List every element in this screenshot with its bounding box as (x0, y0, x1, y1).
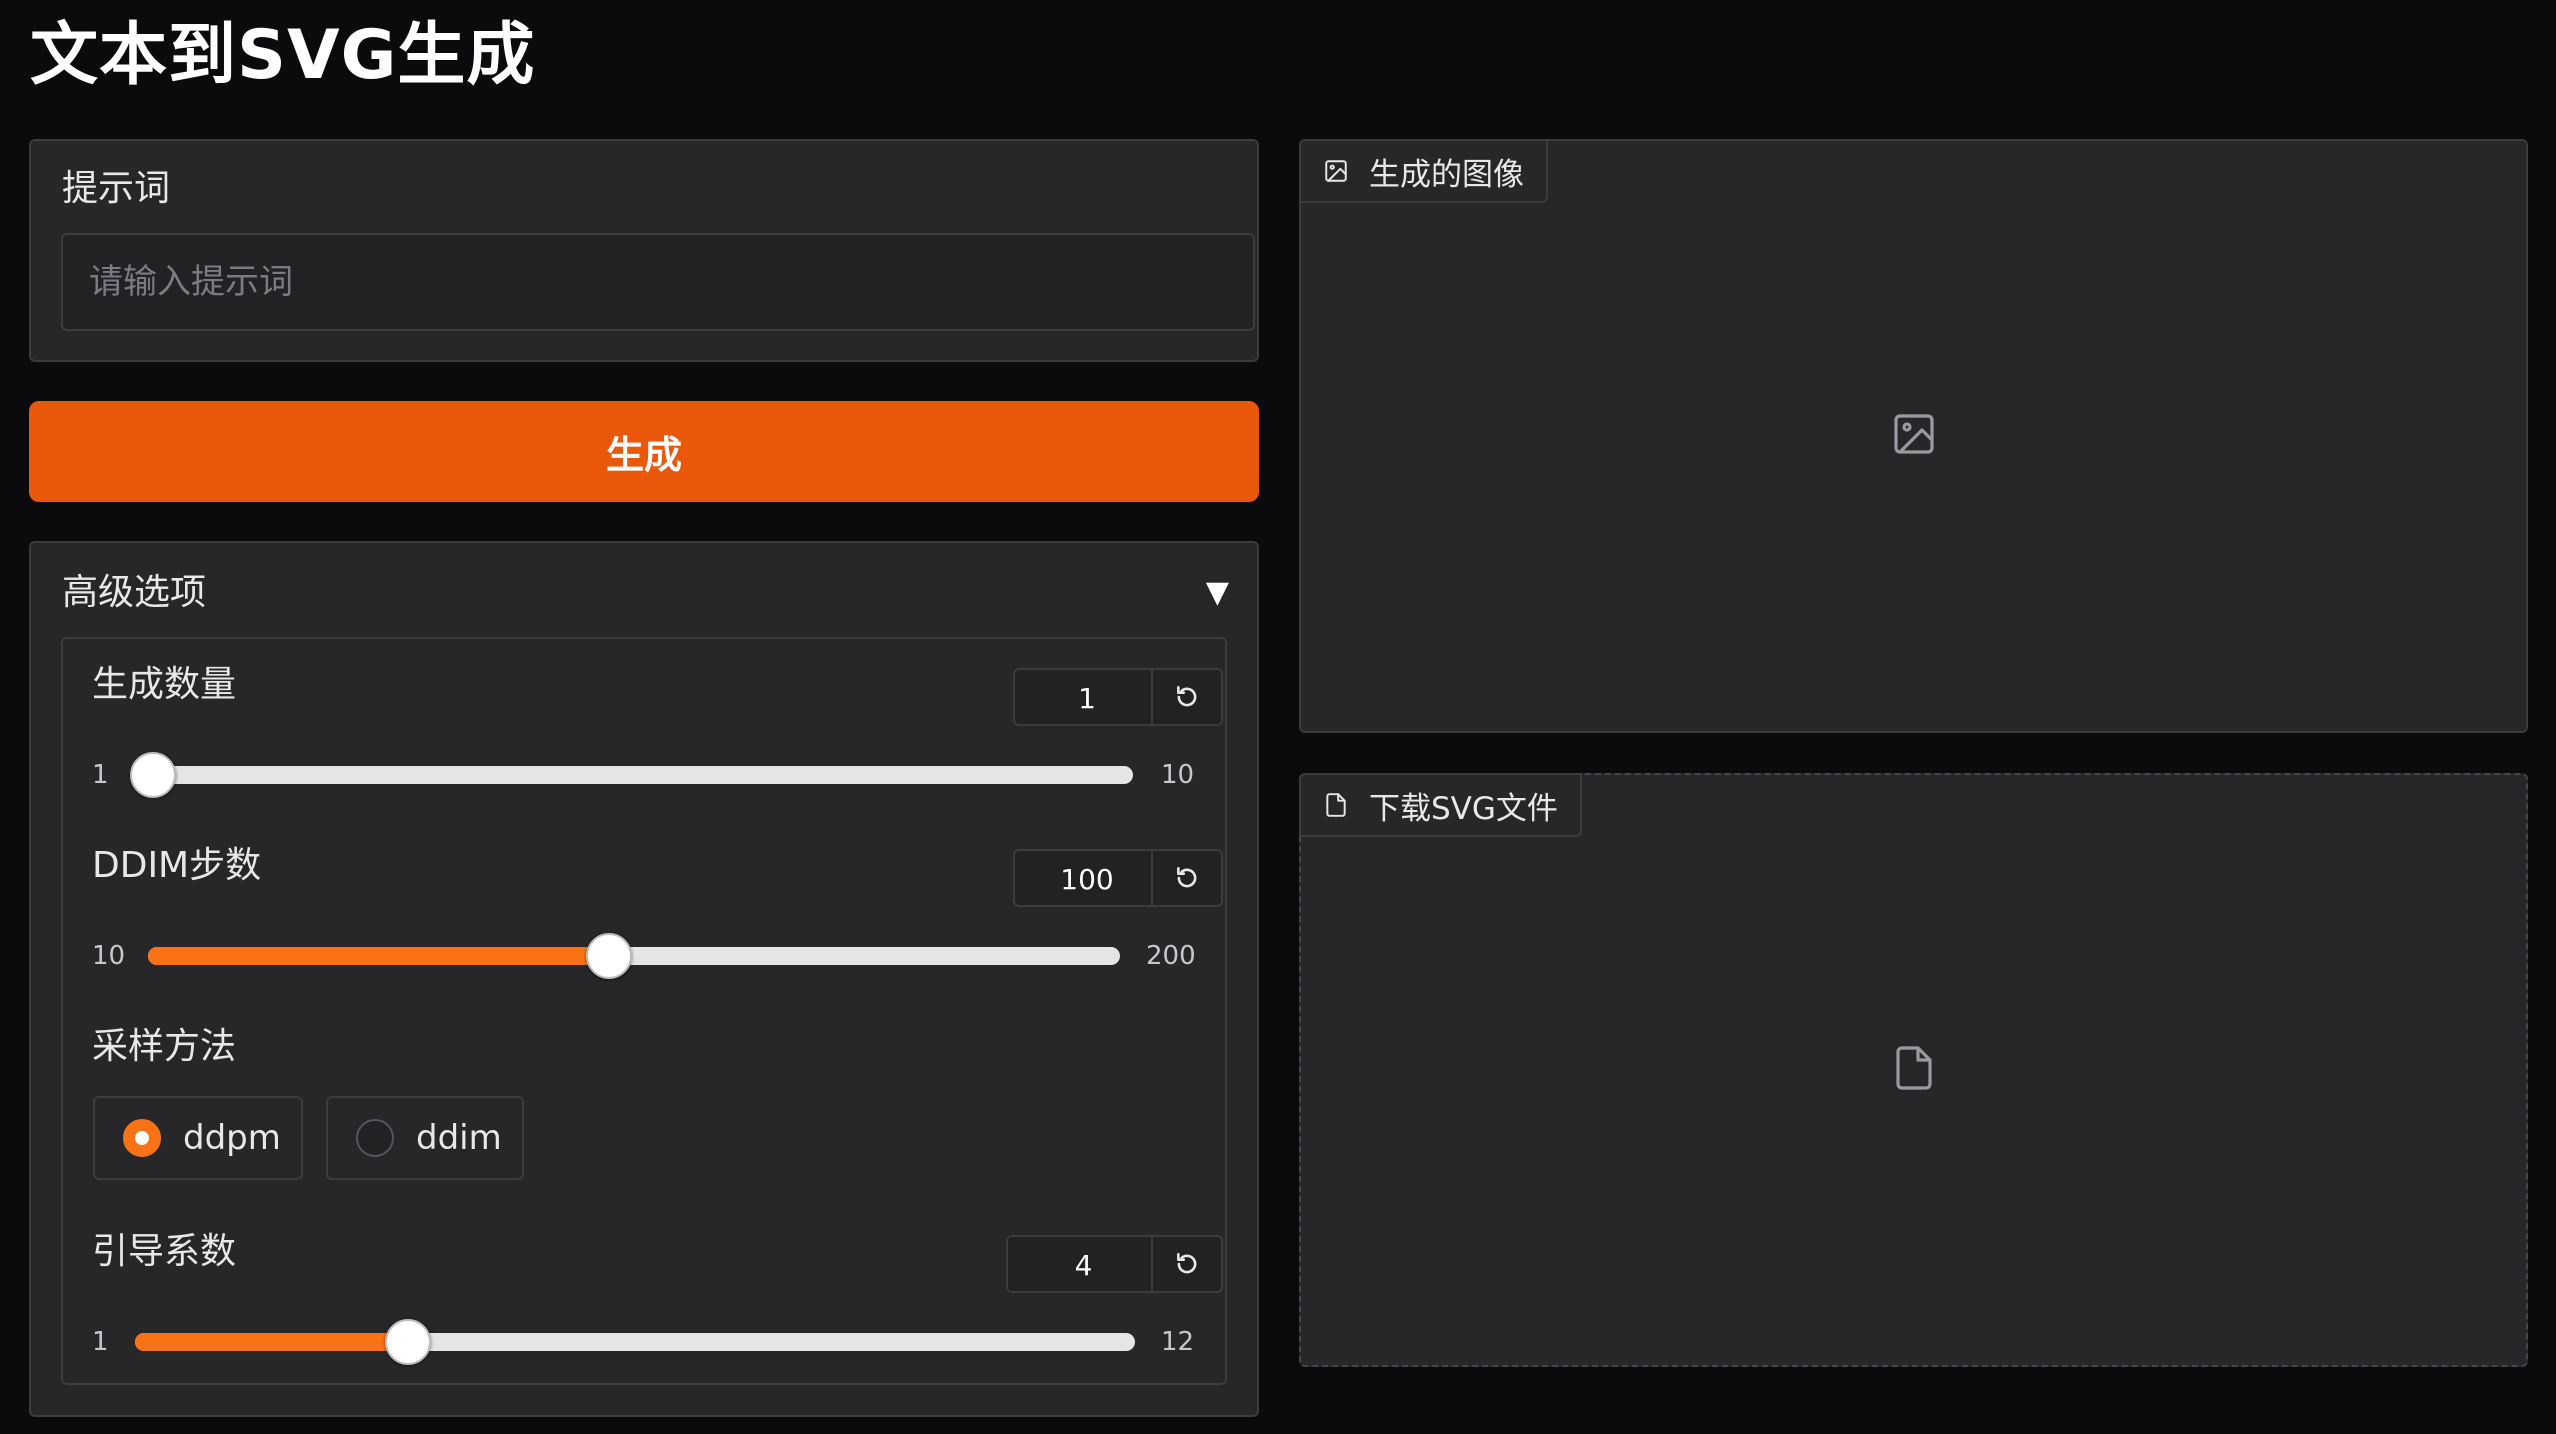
num-samples-max: 10 (1161, 760, 1195, 790)
sampler-option-ddpm[interactable]: ddpm (93, 1096, 303, 1180)
num-samples-label: 生成数量 (92, 664, 237, 705)
prompt-panel: 提示词 (29, 139, 1259, 362)
image-icon (1893, 414, 1934, 454)
file-icon (1326, 793, 1346, 817)
num-samples-reset-button[interactable] (1151, 670, 1221, 724)
guidance-scale-max: 12 (1161, 1327, 1195, 1357)
num-samples-min: 1 (92, 760, 109, 790)
ddim-steps-label: DDIM步数 (92, 845, 262, 886)
ddim-steps-reset-button[interactable] (1151, 851, 1221, 905)
reset-icon (1177, 866, 1197, 888)
ddim-steps-input[interactable] (1015, 851, 1159, 907)
sampler-label: 采样方法 (92, 1026, 237, 1067)
sampler-option-label: ddim (416, 1118, 502, 1158)
guidance-scale-min: 1 (92, 1327, 109, 1357)
ddim-steps-number (1013, 849, 1223, 907)
svg-file-label: 下载SVG文件 (1369, 790, 1558, 827)
guidance-scale-input[interactable] (1008, 1237, 1159, 1293)
radio-unselected-icon (356, 1119, 394, 1157)
num-samples-slider[interactable] (130, 752, 1133, 798)
guidance-scale-number (1006, 1235, 1223, 1293)
generated-image-panel: 生成的图像 (1299, 139, 2528, 733)
generate-button[interactable]: 生成 (29, 401, 1259, 502)
reset-icon (1177, 685, 1197, 707)
ddim-steps-max: 200 (1146, 941, 1196, 971)
guidance-scale-slider-fill (135, 1333, 408, 1351)
guidance-scale-slider[interactable] (135, 1319, 1135, 1365)
file-placeholder (1890, 1044, 1938, 1096)
num-samples-number (1013, 668, 1223, 726)
reset-icon (1177, 1252, 1197, 1274)
collapse-toggle-icon[interactable]: ▼ (1206, 573, 1229, 613)
advanced-options-body: 生成数量 1 10 DDIM步数 10 200 采样方法 (61, 637, 1227, 1385)
image-icon (1325, 160, 1347, 182)
sampler-option-label: ddpm (183, 1118, 281, 1158)
num-samples-input[interactable] (1015, 670, 1159, 726)
generated-image-tab: 生成的图像 (1299, 139, 1548, 203)
image-placeholder (1890, 410, 1938, 462)
ddim-steps-min: 10 (92, 941, 126, 971)
advanced-options-panel: 高级选项 ▼ 生成数量 1 10 DDIM步数 10 (29, 541, 1259, 1417)
svg-file-panel[interactable]: 下载SVG文件 (1299, 773, 2528, 1367)
radio-selected-icon (123, 1119, 161, 1157)
guidance-scale-reset-button[interactable] (1151, 1237, 1221, 1291)
advanced-options-header[interactable]: 高级选项 ▼ (31, 543, 1257, 633)
ddim-steps-slider[interactable] (148, 933, 1120, 979)
svg-file-tab: 下载SVG文件 (1299, 773, 1582, 837)
num-samples-slider-thumb[interactable] (130, 752, 176, 798)
ddim-steps-slider-thumb[interactable] (585, 933, 632, 979)
guidance-scale-slider-thumb[interactable] (385, 1319, 431, 1365)
generated-image-label: 生成的图像 (1369, 156, 1524, 193)
prompt-input[interactable] (61, 233, 1255, 331)
guidance-scale-label: 引导系数 (92, 1231, 237, 1272)
prompt-label: 提示词 (62, 168, 171, 209)
page-title: 文本到SVG生成 (30, 16, 536, 95)
advanced-options-label: 高级选项 (62, 572, 207, 613)
file-icon (1895, 1046, 1932, 1090)
sampler-option-ddim[interactable]: ddim (326, 1096, 524, 1180)
ddim-steps-slider-fill (148, 947, 609, 965)
